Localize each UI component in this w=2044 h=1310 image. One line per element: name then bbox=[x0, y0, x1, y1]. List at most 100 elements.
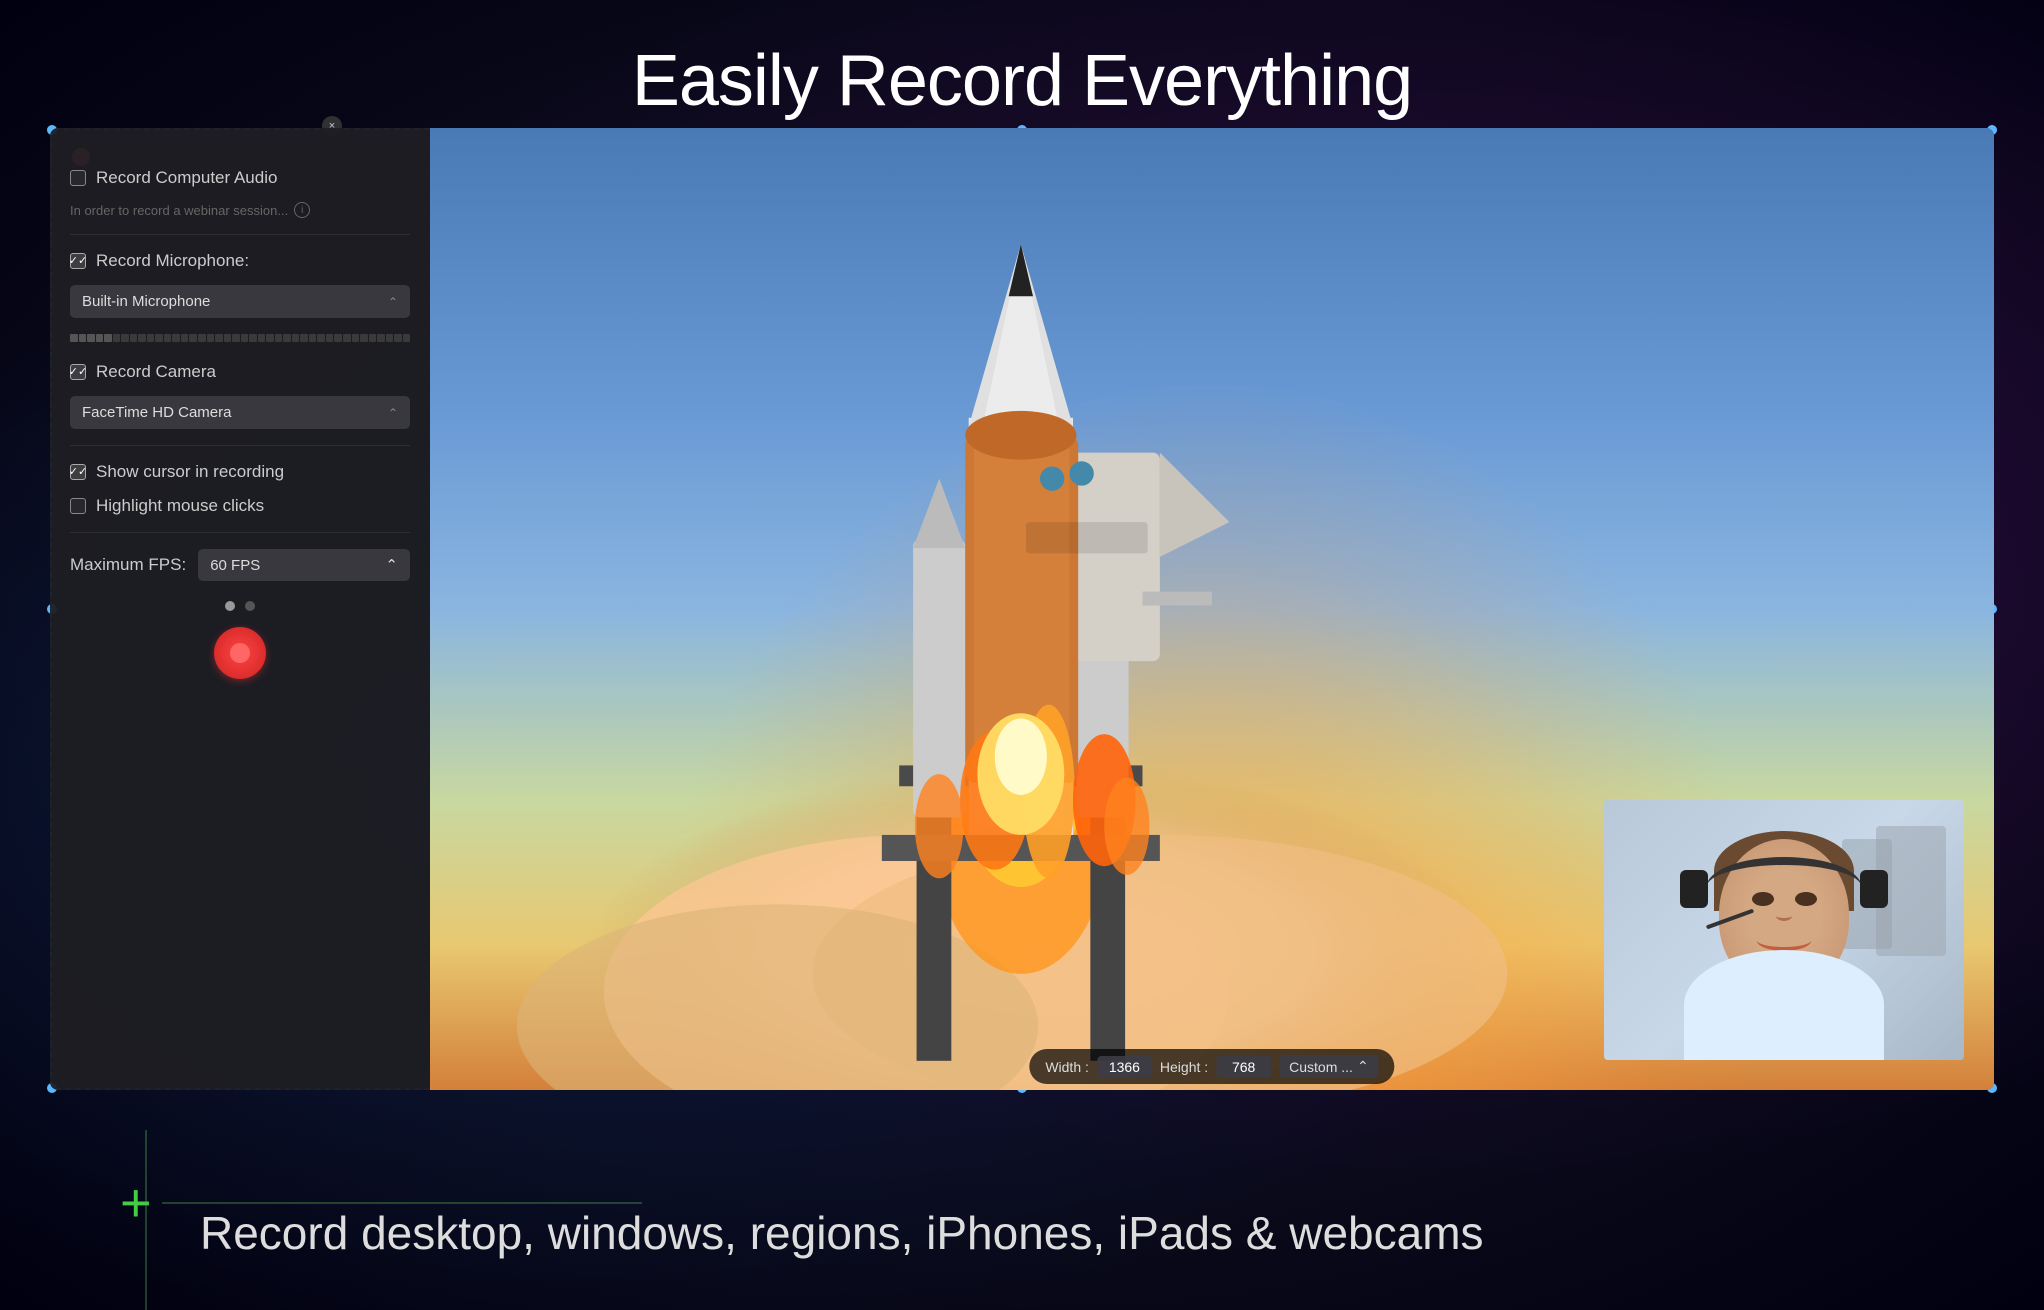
content-area: Width : Height : Custom ... ⌃ bbox=[430, 128, 1994, 1090]
headset-right-pad bbox=[1860, 870, 1888, 908]
record-camera-row: ✓ Record Camera bbox=[70, 362, 410, 382]
webinar-hint-row: In order to record a webinar session... … bbox=[70, 202, 410, 218]
custom-dropdown[interactable]: Custom ... ⌃ bbox=[1279, 1055, 1379, 1078]
volume-segment bbox=[275, 334, 283, 342]
volume-segment bbox=[130, 334, 138, 342]
bottom-section: + Record desktop, windows, regions, iPho… bbox=[0, 1090, 2044, 1310]
volume-segment bbox=[79, 334, 87, 342]
volume-segment bbox=[113, 334, 121, 342]
volume-segment bbox=[155, 334, 163, 342]
highlight-clicks-checkbox[interactable] bbox=[70, 498, 86, 514]
volume-segment bbox=[394, 334, 402, 342]
volume-segment bbox=[164, 334, 172, 342]
show-cursor-checkbox[interactable]: ✓ bbox=[70, 464, 86, 480]
record-computer-audio-row: Record Computer Audio bbox=[70, 168, 410, 188]
microphone-dropdown[interactable]: Built-in Microphone ⌃ bbox=[70, 285, 410, 318]
camera-dropdown[interactable]: FaceTime HD Camera ⌃ bbox=[70, 396, 410, 429]
volume-segment bbox=[121, 334, 129, 342]
divider-1 bbox=[70, 234, 410, 235]
volume-meter bbox=[70, 334, 410, 342]
headset-left-pad bbox=[1680, 870, 1708, 908]
volume-segment bbox=[172, 334, 180, 342]
volume-segment bbox=[403, 334, 411, 342]
control-panel: Record Computer Audio In order to record… bbox=[50, 128, 430, 1090]
webinar-hint-text: In order to record a webinar session... bbox=[70, 203, 288, 218]
highlight-clicks-row: Highlight mouse clicks bbox=[70, 496, 410, 516]
pagination-dot-1[interactable] bbox=[225, 601, 235, 611]
highlight-clicks-label: Highlight mouse clicks bbox=[96, 496, 264, 516]
volume-segment bbox=[326, 334, 334, 342]
volume-segment bbox=[87, 334, 95, 342]
bottom-description: Record desktop, windows, regions, iPhone… bbox=[200, 1206, 1484, 1260]
dimensions-bar: Width : Height : Custom ... ⌃ bbox=[1029, 1049, 1394, 1084]
volume-segment bbox=[317, 334, 325, 342]
volume-segment bbox=[181, 334, 189, 342]
volume-segment bbox=[104, 334, 112, 342]
volume-segment bbox=[70, 334, 78, 342]
height-input[interactable] bbox=[1216, 1056, 1271, 1078]
width-label: Width : bbox=[1045, 1059, 1089, 1075]
volume-segment bbox=[147, 334, 155, 342]
fps-selected-value: 60 FPS bbox=[210, 557, 260, 574]
record-microphone-label: Record Microphone: bbox=[96, 251, 249, 271]
volume-segment bbox=[215, 334, 223, 342]
camera-selected-value: FaceTime HD Camera bbox=[82, 404, 231, 421]
pagination-dot-2[interactable] bbox=[245, 601, 255, 611]
microphone-dropdown-arrow-icon: ⌃ bbox=[388, 295, 398, 309]
camera-dropdown-arrow-icon: ⌃ bbox=[388, 406, 398, 420]
person-smile bbox=[1757, 929, 1812, 951]
width-input[interactable] bbox=[1097, 1056, 1152, 1078]
show-cursor-row: ✓ Show cursor in recording bbox=[70, 462, 410, 482]
height-label: Height : bbox=[1160, 1059, 1208, 1075]
volume-segment bbox=[224, 334, 232, 342]
custom-dropdown-label: Custom ... bbox=[1289, 1059, 1353, 1075]
volume-segment bbox=[292, 334, 300, 342]
volume-segment bbox=[198, 334, 206, 342]
volume-segment bbox=[258, 334, 266, 342]
record-microphone-checkbox[interactable]: ✓ bbox=[70, 253, 86, 269]
volume-segment bbox=[343, 334, 351, 342]
page-title: Easily Record Everything bbox=[0, 40, 2044, 122]
volume-segment bbox=[283, 334, 291, 342]
vertical-line bbox=[145, 1130, 147, 1310]
headset-band bbox=[1707, 857, 1862, 917]
divider-2 bbox=[70, 445, 410, 446]
fps-dropdown[interactable]: 60 FPS ⌃ bbox=[198, 549, 410, 581]
volume-segment bbox=[266, 334, 274, 342]
volume-segment bbox=[334, 334, 342, 342]
record-button-inner bbox=[230, 643, 250, 663]
horizontal-line bbox=[162, 1202, 642, 1204]
volume-segment bbox=[138, 334, 146, 342]
record-button[interactable] bbox=[214, 627, 266, 679]
info-icon[interactable]: i bbox=[294, 202, 310, 218]
volume-segment bbox=[249, 334, 257, 342]
custom-dropdown-arrow-icon: ⌃ bbox=[1357, 1058, 1369, 1075]
volume-segment bbox=[369, 334, 377, 342]
record-computer-audio-label: Record Computer Audio bbox=[96, 168, 277, 188]
divider-3 bbox=[70, 532, 410, 533]
volume-segment bbox=[360, 334, 368, 342]
volume-segment bbox=[241, 334, 249, 342]
fps-dropdown-arrow-icon: ⌃ bbox=[385, 556, 398, 574]
record-camera-checkbox[interactable]: ✓ bbox=[70, 364, 86, 380]
volume-segment bbox=[207, 334, 215, 342]
record-microphone-row: ✓ Record Microphone: bbox=[70, 251, 410, 271]
show-cursor-label: Show cursor in recording bbox=[96, 462, 284, 482]
volume-segment bbox=[386, 334, 394, 342]
volume-segment bbox=[352, 334, 360, 342]
volume-segment bbox=[309, 334, 317, 342]
fps-label: Maximum FPS: bbox=[70, 555, 186, 575]
pagination-dots bbox=[70, 601, 410, 611]
volume-segment bbox=[300, 334, 308, 342]
webcam-overlay bbox=[1604, 800, 1964, 1060]
record-computer-audio-checkbox[interactable] bbox=[70, 170, 86, 186]
record-button-container bbox=[70, 627, 410, 679]
volume-segment bbox=[96, 334, 104, 342]
webcam-person bbox=[1604, 800, 1964, 1060]
record-camera-label: Record Camera bbox=[96, 362, 216, 382]
volume-segment bbox=[377, 334, 385, 342]
person-body bbox=[1684, 950, 1884, 1060]
fps-row: Maximum FPS: 60 FPS ⌃ bbox=[70, 549, 410, 581]
microphone-selected-value: Built-in Microphone bbox=[82, 293, 210, 310]
volume-segment bbox=[189, 334, 197, 342]
